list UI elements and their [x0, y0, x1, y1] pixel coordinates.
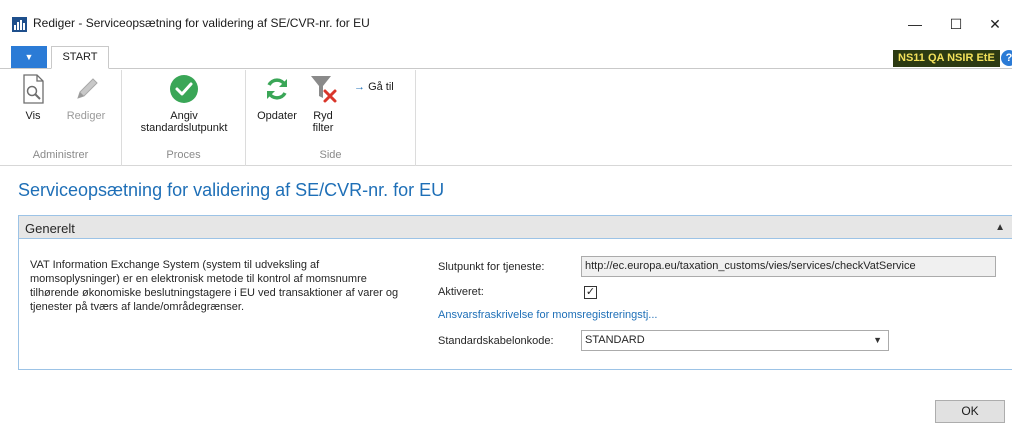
service-description: VAT Information Exchange System (system … — [30, 259, 399, 313]
company-badge: NS11 QA NSIR EtE — [893, 50, 1000, 67]
ryd-filter-button[interactable]: Ryd filter — [304, 72, 342, 134]
generelt-fasttab: Generelt ▲ VAT Information Exchange Syst… — [18, 215, 1012, 370]
ribbon-tab-row: ▼ START NS11 QA NSIR EtE ? — [0, 40, 1012, 69]
angiv-label-line1: Angiv — [170, 110, 198, 122]
template-select[interactable]: STANDARD ▼ — [581, 330, 889, 351]
clear-filter-icon — [311, 76, 337, 103]
opdater-button[interactable]: Opdater — [252, 72, 302, 122]
arrow-right-icon: → — [354, 81, 365, 93]
enabled-label: Aktiveret: — [438, 286, 484, 298]
group-label-administrer: Administrer — [32, 149, 89, 161]
ok-button[interactable]: OK — [935, 400, 1005, 423]
title-bar: Rediger - Serviceopsætning for validerin… — [0, 0, 1012, 40]
generelt-header[interactable]: Generelt ▲ — [19, 216, 1012, 239]
dynamics-nav-icon — [12, 17, 27, 32]
rediger-label: Rediger — [66, 110, 106, 122]
ribbon-group-proces: Angiv standardslutpunkt Proces — [122, 70, 246, 166]
angiv-standardslutpunkt-button[interactable]: Angiv standardslutpunkt — [128, 72, 240, 134]
view-document-icon — [23, 74, 44, 104]
enabled-checkbox[interactable]: ✓ — [584, 286, 597, 299]
chevron-up-icon[interactable]: ▲ — [995, 222, 1005, 233]
group-label-side: Side — [319, 149, 342, 161]
ga-til-label: Gå til — [368, 81, 394, 93]
help-icon[interactable]: ? — [1001, 50, 1012, 66]
ryd-label-line1: Ryd — [313, 110, 333, 122]
disclaimer-link[interactable]: Ansvarsfraskrivelse for momsregistrering… — [438, 309, 657, 321]
pencil-icon — [77, 78, 98, 99]
angiv-label-line2: standardslutpunkt — [140, 122, 228, 134]
ribbon-group-side: Opdater Ryd filter → Gå til Side — [246, 70, 416, 166]
ribbon: Vis Rediger Administrer Angiv standardsl… — [0, 70, 1012, 166]
application-menu-button[interactable]: ▼ — [11, 46, 47, 68]
endpoint-label: Slutpunkt for tjeneste: — [438, 261, 545, 273]
page-title: Serviceopsætning for validering af SE/CV… — [18, 180, 445, 200]
window-title: Rediger - Serviceopsætning for validerin… — [33, 16, 370, 30]
maximize-button[interactable]: ☐ — [936, 10, 976, 38]
vis-button[interactable]: Vis — [16, 72, 50, 122]
chevron-down-icon: ▼ — [873, 335, 882, 345]
opdater-label: Opdater — [257, 110, 297, 122]
rediger-button[interactable]: Rediger — [61, 72, 111, 122]
checkmark-circle-icon — [170, 75, 198, 103]
endpoint-field[interactable]: http://ec.europa.eu/taxation_customs/vie… — [581, 256, 996, 277]
template-label: Standardskabelonkode: — [438, 335, 554, 347]
tab-start[interactable]: START — [51, 46, 109, 69]
ribbon-group-administrer: Vis Rediger Administrer — [0, 70, 122, 166]
ga-til-button[interactable]: → Gå til — [354, 81, 394, 93]
refresh-icon — [267, 78, 287, 100]
minimize-button[interactable]: — — [895, 10, 935, 38]
generelt-header-label: Generelt — [25, 221, 75, 236]
ryd-label-line2: filter — [312, 122, 334, 134]
vis-label: Vis — [25, 110, 41, 122]
group-label-proces: Proces — [166, 149, 201, 161]
template-value: STANDARD — [585, 334, 645, 346]
close-button[interactable]: ✕ — [975, 10, 1012, 38]
